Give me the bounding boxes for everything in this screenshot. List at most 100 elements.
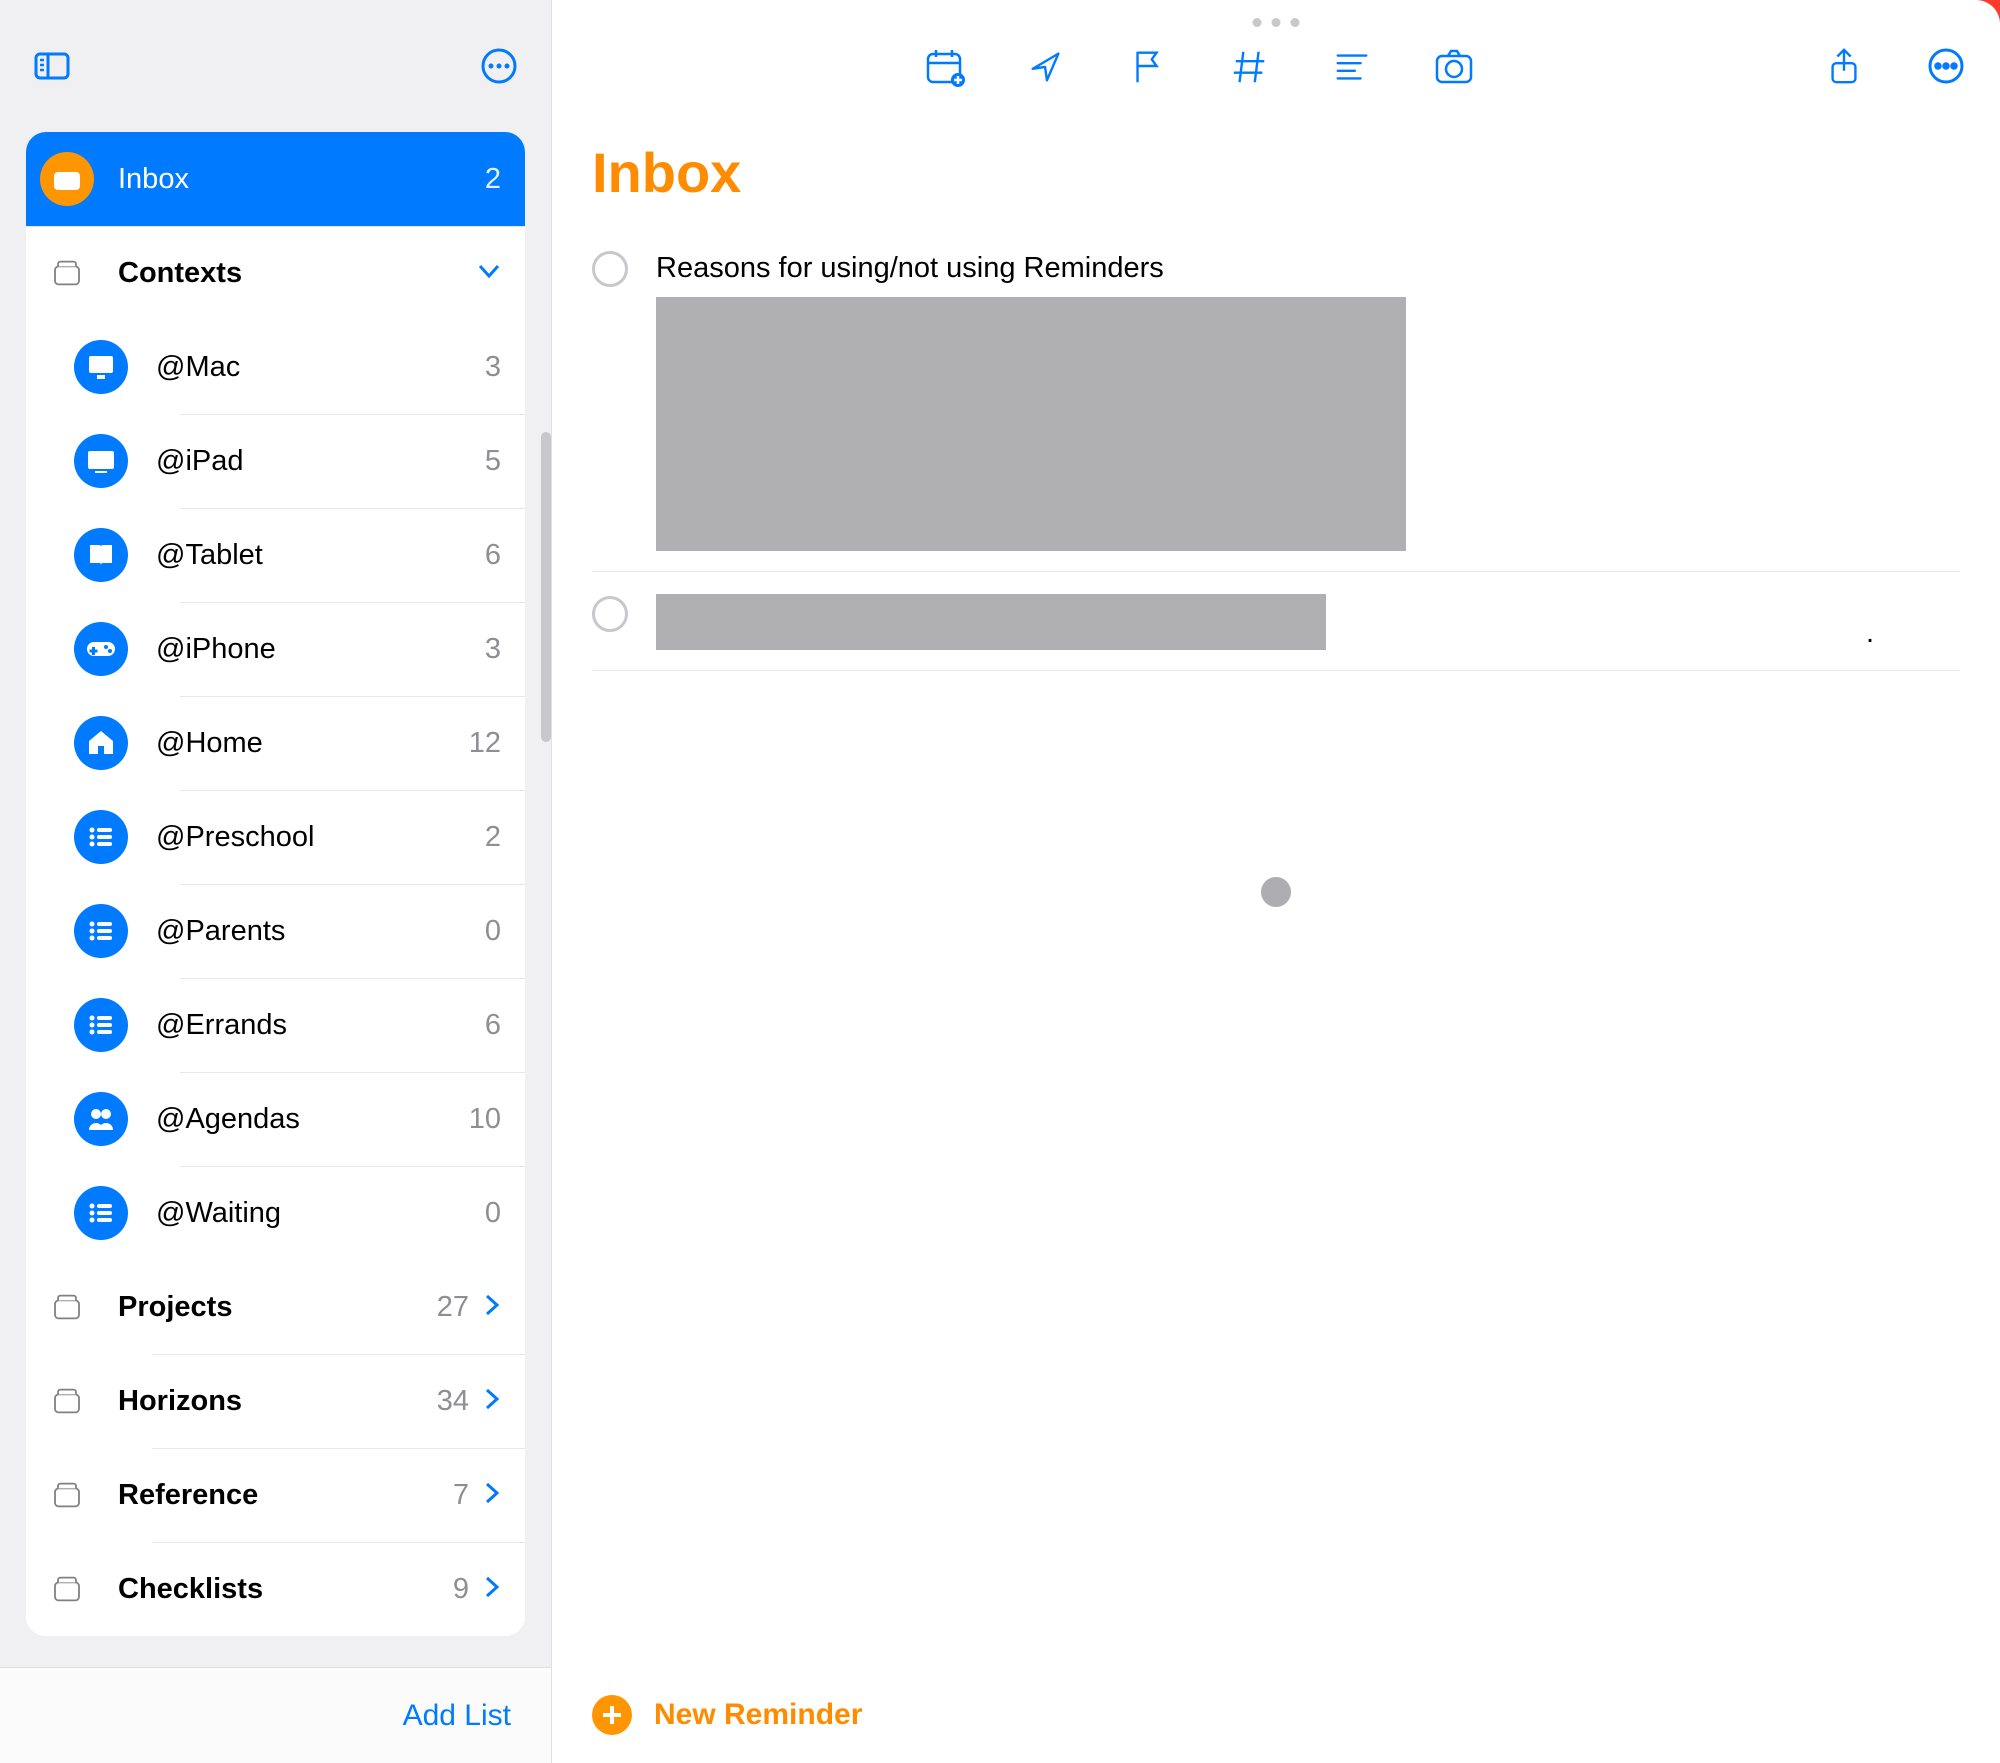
sidebar-list: Inbox 2 Contexts @Mac3 @iPad5 @Tablet6 @… bbox=[0, 132, 551, 1667]
sidebar-item-label: @Errands bbox=[156, 1009, 485, 1042]
folder-icon bbox=[42, 248, 92, 298]
add-list-button[interactable]: Add List bbox=[403, 1699, 511, 1733]
chevron-right-icon bbox=[483, 1481, 501, 1510]
sidebar-folder-count: 34 bbox=[437, 1385, 469, 1418]
list-icon bbox=[74, 1186, 128, 1240]
sidebar-item-count: 0 bbox=[485, 915, 501, 948]
sidebar-item-inbox[interactable]: Inbox 2 bbox=[26, 132, 525, 226]
sidebar-folder-count: 27 bbox=[437, 1291, 469, 1324]
reminder-checkbox[interactable] bbox=[592, 596, 628, 632]
sidebar-item-label: @Agendas bbox=[156, 1103, 469, 1136]
reminder-item[interactable]: . bbox=[592, 590, 1960, 671]
sidebar-item-label: @Tablet bbox=[156, 539, 485, 572]
sidebar-item-count: 2 bbox=[485, 821, 501, 854]
sidebar-item-iphone[interactable]: @iPhone3 bbox=[26, 602, 525, 696]
gamepad-icon bbox=[74, 622, 128, 676]
chevron-down-icon bbox=[477, 262, 501, 285]
reminder-checkbox[interactable] bbox=[592, 251, 628, 287]
list-icon bbox=[74, 810, 128, 864]
sidebar-item-count: 3 bbox=[485, 633, 501, 666]
book-icon bbox=[74, 528, 128, 582]
flag-button[interactable] bbox=[1126, 44, 1170, 88]
list-icon bbox=[74, 998, 128, 1052]
sidebar-item-count: 5 bbox=[485, 445, 501, 478]
chevron-right-icon bbox=[483, 1575, 501, 1604]
sidebar-item-errands[interactable]: @Errands6 bbox=[26, 978, 525, 1072]
chevron-right-icon bbox=[483, 1293, 501, 1322]
sidebar-item-parents[interactable]: @Parents0 bbox=[26, 884, 525, 978]
sidebar-item-label: @Waiting bbox=[156, 1197, 485, 1230]
house-icon bbox=[74, 716, 128, 770]
sidebar-item-tablet[interactable]: @Tablet6 bbox=[26, 508, 525, 602]
sidebar-folder-count: 7 bbox=[453, 1479, 469, 1512]
calendar-button[interactable] bbox=[922, 44, 966, 88]
sidebar-item-label: @iPhone bbox=[156, 633, 485, 666]
sidebar-item-count: 3 bbox=[485, 351, 501, 384]
sidebar-footer: Add List bbox=[0, 1667, 551, 1763]
indent-button[interactable] bbox=[1330, 44, 1374, 88]
folder-icon bbox=[42, 1376, 92, 1426]
sidebar-item-label: @iPad bbox=[156, 445, 485, 478]
sidebar-folder-horizons[interactable]: Horizons34 bbox=[26, 1354, 525, 1448]
chevron-right-icon bbox=[483, 1387, 501, 1416]
folder-icon bbox=[42, 1282, 92, 1332]
multitasking-handle-icon[interactable] bbox=[1253, 18, 1300, 27]
sidebar-item-label: @Mac bbox=[156, 351, 485, 384]
sidebar-item-count: 0 bbox=[485, 1197, 501, 1230]
page-title: Inbox bbox=[592, 140, 1960, 205]
sidebar-item-agendas[interactable]: @Agendas10 bbox=[26, 1072, 525, 1166]
sidebar-folder-label: Contexts bbox=[118, 257, 463, 290]
sidebar-item-count: 6 bbox=[485, 539, 501, 572]
redacted-note bbox=[656, 297, 1406, 551]
toggle-sidebar-button[interactable] bbox=[30, 44, 74, 88]
sidebar-item-label: @Home bbox=[156, 727, 469, 760]
redacted-title bbox=[656, 594, 1326, 650]
reminder-item[interactable]: Reasons for using/not using Reminders bbox=[592, 245, 1960, 572]
sidebar-scroll-indicator[interactable] bbox=[541, 432, 551, 742]
sidebar-item-ipad[interactable]: @iPad5 bbox=[26, 414, 525, 508]
cursor-indicator bbox=[1261, 877, 1291, 907]
list-icon bbox=[74, 904, 128, 958]
sidebar-toolbar bbox=[0, 0, 551, 132]
sidebar-folder-checklists[interactable]: Checklists9 bbox=[26, 1542, 525, 1636]
sidebar-item-label: @Preschool bbox=[156, 821, 485, 854]
location-button[interactable] bbox=[1024, 44, 1068, 88]
sidebar-folder-count: 9 bbox=[453, 1573, 469, 1606]
tag-button[interactable] bbox=[1228, 44, 1272, 88]
sidebar-folder-label: Reference bbox=[118, 1479, 453, 1512]
people-icon bbox=[74, 1092, 128, 1146]
desktop-icon bbox=[74, 340, 128, 394]
sidebar-item-count: 6 bbox=[485, 1009, 501, 1042]
sidebar-folders: Projects27 Horizons34 Reference7 Checkli… bbox=[26, 1260, 525, 1636]
sidebar-item-count: 12 bbox=[469, 727, 501, 760]
sidebar-folder-label: Checklists bbox=[118, 1573, 453, 1606]
sidebar-item-label: @Parents bbox=[156, 915, 485, 948]
sidebar-folder-label: Horizons bbox=[118, 1385, 437, 1418]
tray-icon bbox=[40, 152, 94, 206]
contexts-sublist: @Mac3 @iPad5 @Tablet6 @iPhone3 @Home12 @… bbox=[26, 320, 525, 1260]
reminder-title[interactable]: Reasons for using/not using Reminders bbox=[656, 249, 1960, 287]
sidebar-item-count: 10 bbox=[469, 1103, 501, 1136]
sidebar-folder-label: Projects bbox=[118, 1291, 437, 1324]
share-button[interactable] bbox=[1822, 44, 1866, 88]
sidebar-folder-reference[interactable]: Reference7 bbox=[26, 1448, 525, 1542]
sidebar-item-home[interactable]: @Home12 bbox=[26, 696, 525, 790]
main-pane: Inbox Reasons for using/not using Remind… bbox=[552, 0, 2000, 1763]
sidebar-more-button[interactable] bbox=[477, 44, 521, 88]
reminder-trailing-dot: . bbox=[1866, 617, 1874, 650]
main-footer: New Reminder bbox=[552, 1667, 2000, 1763]
folder-icon bbox=[42, 1470, 92, 1520]
folder-icon bbox=[42, 1564, 92, 1614]
sidebar-item-preschool[interactable]: @Preschool2 bbox=[26, 790, 525, 884]
plus-icon[interactable] bbox=[592, 1695, 632, 1735]
sidebar-item-mac[interactable]: @Mac3 bbox=[26, 320, 525, 414]
sidebar-item-count: 2 bbox=[485, 163, 501, 196]
sidebar: Inbox 2 Contexts @Mac3 @iPad5 @Tablet6 @… bbox=[0, 0, 552, 1763]
sidebar-folder-projects[interactable]: Projects27 bbox=[26, 1260, 525, 1354]
sidebar-folder-contexts[interactable]: Contexts bbox=[26, 226, 525, 320]
main-more-button[interactable] bbox=[1924, 44, 1968, 88]
display-icon bbox=[74, 434, 128, 488]
new-reminder-button[interactable]: New Reminder bbox=[654, 1698, 862, 1732]
sidebar-item-waiting[interactable]: @Waiting0 bbox=[26, 1166, 525, 1260]
camera-button[interactable] bbox=[1432, 44, 1476, 88]
